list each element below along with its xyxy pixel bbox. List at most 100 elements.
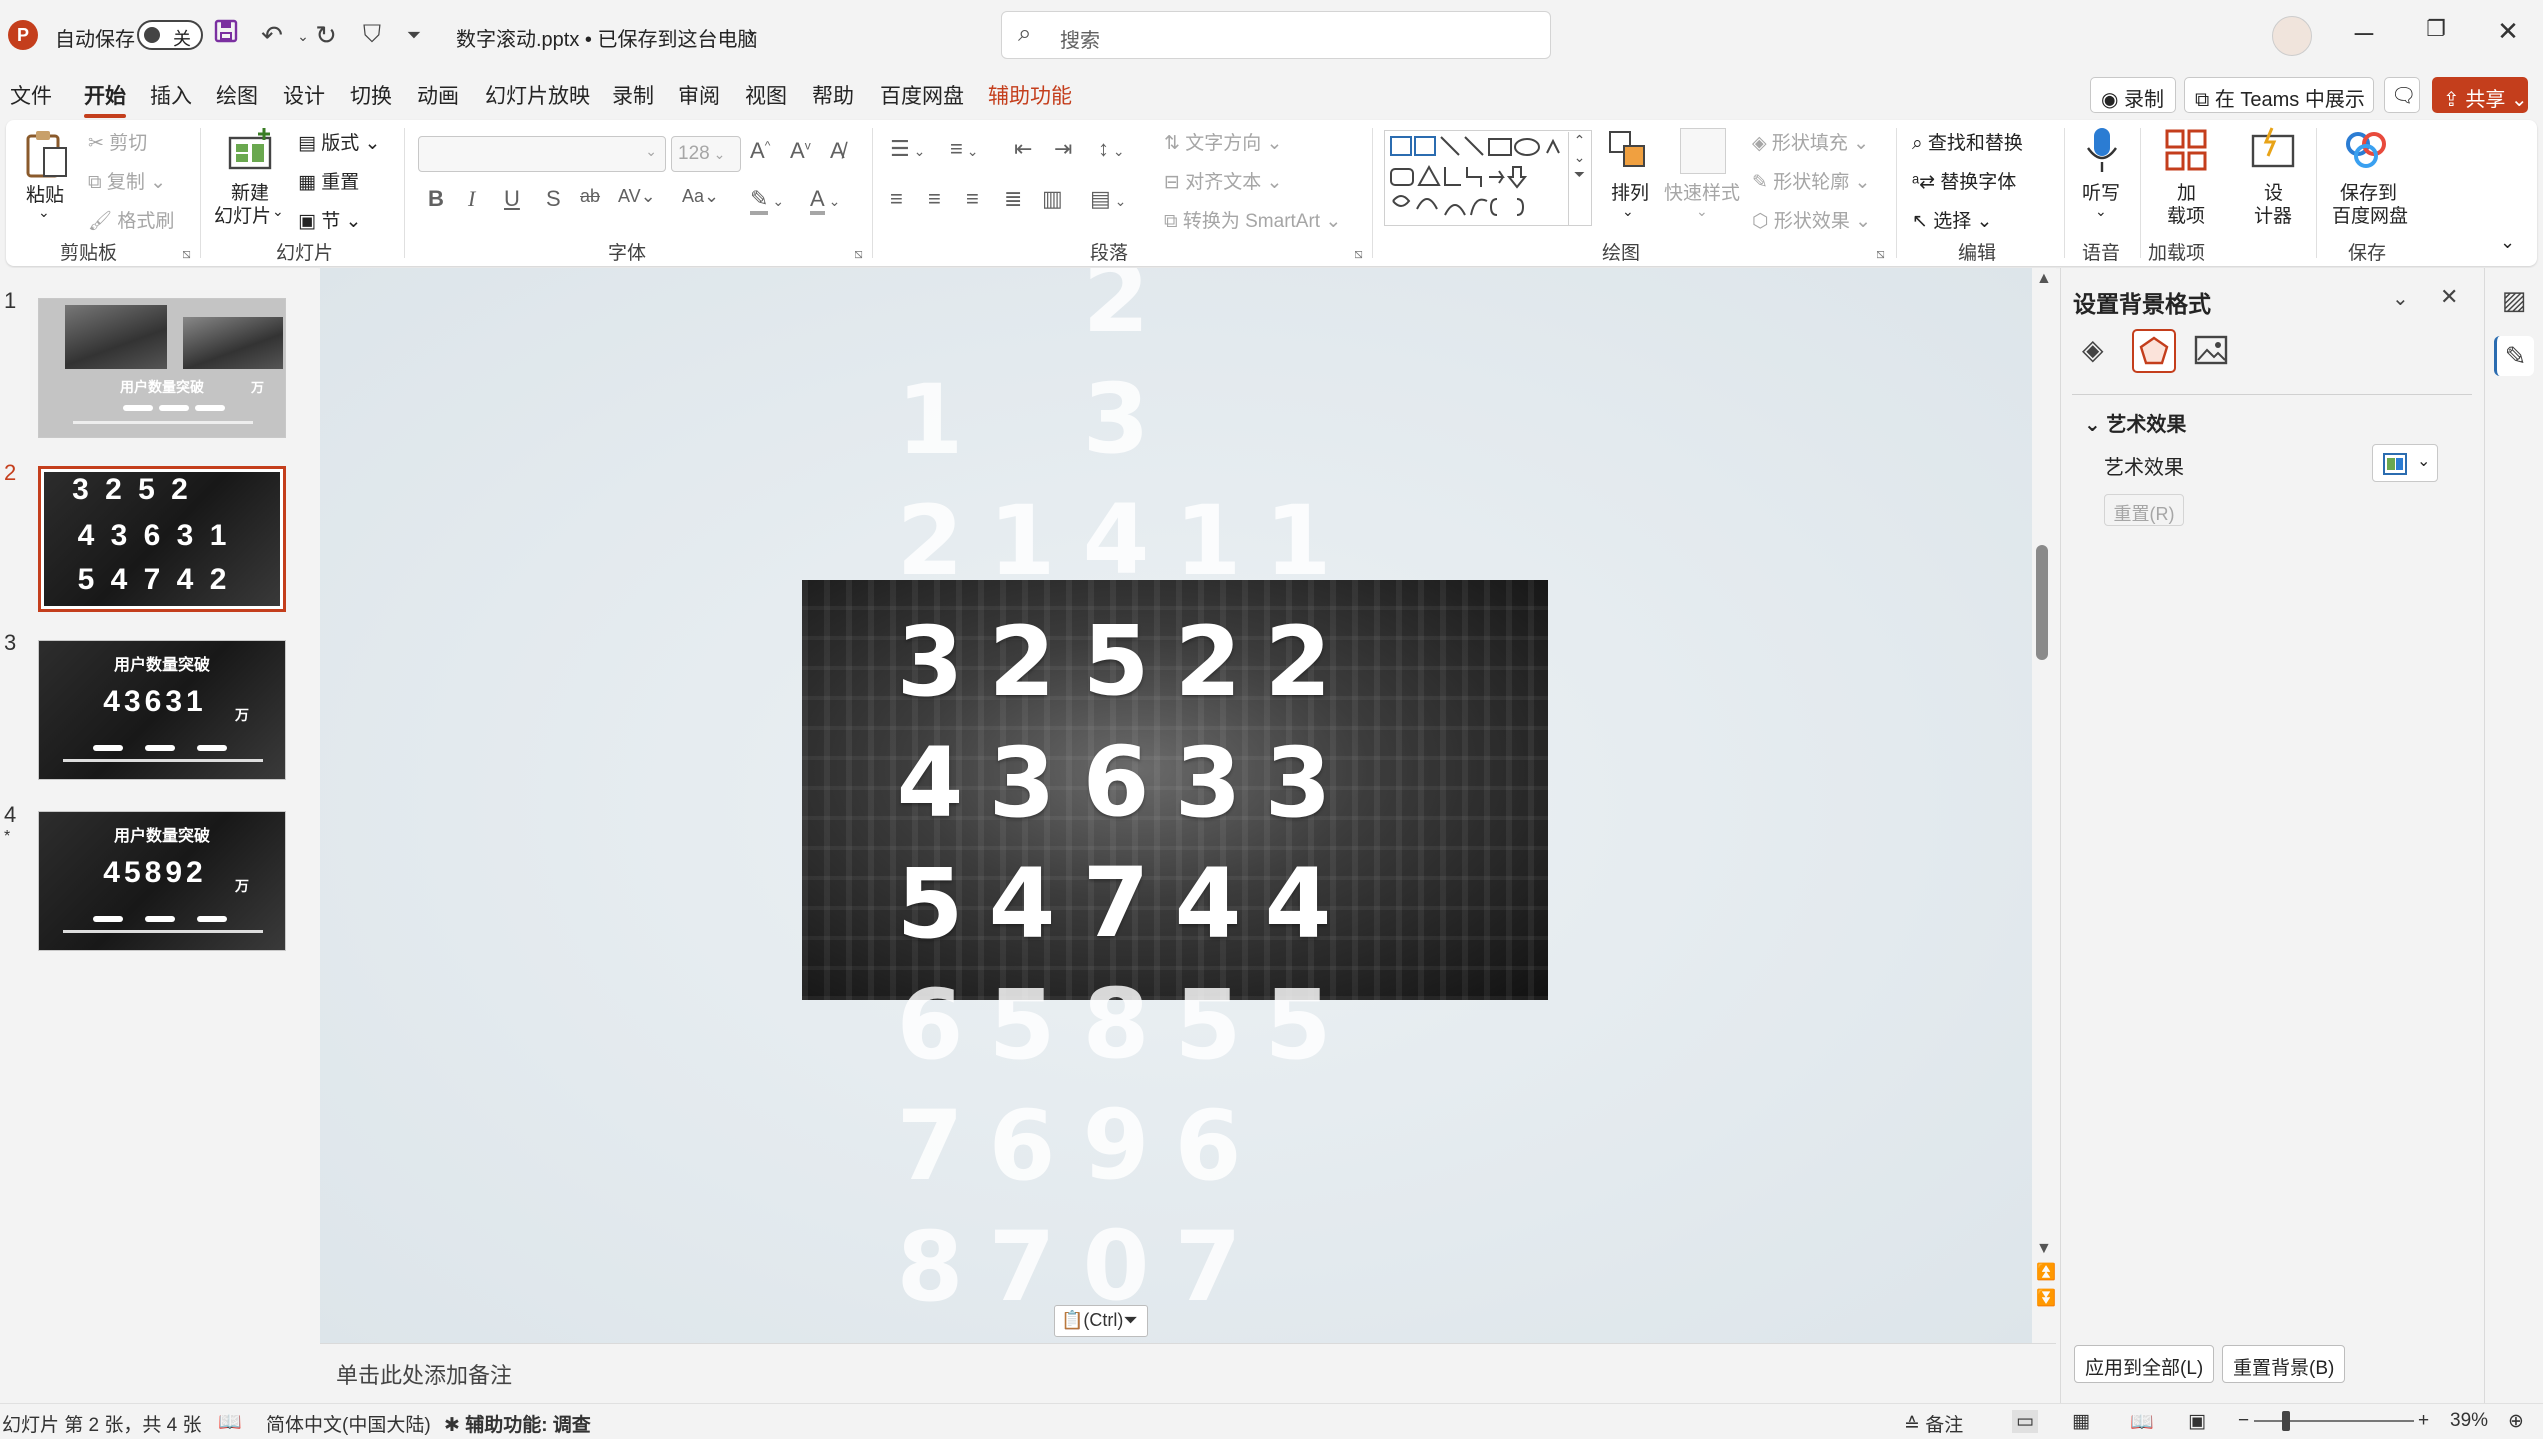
reset-slide-button[interactable]: ▦ 重置 <box>298 167 359 194</box>
distributed-icon[interactable]: ▥ <box>1042 186 1063 212</box>
bullets-icon[interactable]: ☰ ⌄ <box>890 136 925 162</box>
panel-close-icon[interactable]: ✕ <box>2440 284 2458 310</box>
undo-icon[interactable]: ↶ <box>252 15 292 55</box>
strikethrough-icon[interactable]: ab <box>580 186 600 207</box>
arrange-dropdown-icon[interactable]: ⌄ <box>1622 203 1634 220</box>
paste-dropdown-icon[interactable]: ⌄ <box>38 204 50 221</box>
character-spacing-icon[interactable]: AV⌄ <box>618 186 656 207</box>
slide-sorter-icon[interactable]: ▦ <box>2072 1410 2090 1433</box>
accessibility-status[interactable]: ✱ 辅助功能: 调查 <box>444 1410 591 1437</box>
cut-button[interactable]: ✂ 剪切 <box>88 128 147 155</box>
tab-transitions[interactable]: 切换 <box>350 80 392 110</box>
tab-slideshow[interactable]: 幻灯片放映 <box>485 80 590 110</box>
restore-icon[interactable]: ❐ <box>2406 16 2466 42</box>
next-slide-icon[interactable]: ⏬ <box>2036 1288 2056 1308</box>
addins-label-2[interactable]: 载项 <box>2167 201 2205 228</box>
tab-accessibility[interactable]: 辅助功能 <box>988 80 1072 110</box>
document-title[interactable]: 数字滚动.pptx • 已保存到这台电脑 <box>456 23 757 52</box>
minimize-icon[interactable]: ─ <box>2334 18 2394 49</box>
search-box[interactable]: ⌕ 搜索 <box>1001 11 1551 59</box>
font-launcher-icon[interactable]: ⧅ <box>854 245 863 262</box>
previous-slide-icon[interactable]: ⏫ <box>2036 1262 2056 1282</box>
smartart-button[interactable]: ⧉ 转换为 SmartArt ⌄ <box>1164 206 1341 233</box>
save-baidu-label-2[interactable]: 百度网盘 <box>2332 201 2408 228</box>
format-painter-button[interactable]: 🖌 格式刷 <box>88 206 174 233</box>
tab-design[interactable]: 设计 <box>283 80 325 110</box>
highlight-color-icon[interactable]: ✎ ⌄ <box>750 186 784 215</box>
paste-label[interactable]: 粘贴 <box>26 180 64 207</box>
align-text-button[interactable]: ⊟ 对齐文本 ⌄ <box>1164 167 1282 194</box>
apply-to-all-button[interactable]: 应用到全部(L) <box>2074 1345 2215 1383</box>
paragraph-launcher-icon[interactable]: ⧅ <box>1354 245 1363 262</box>
align-right-icon[interactable]: ≡ <box>966 186 979 212</box>
quick-styles-dropdown-icon[interactable]: ⌄ <box>1696 203 1708 220</box>
tab-animations[interactable]: 动画 <box>417 80 459 110</box>
tab-insert[interactable]: 插入 <box>150 80 192 110</box>
numbering-icon[interactable]: ≡ ⌄ <box>950 136 978 162</box>
find-replace-button[interactable]: ⌕ 查找和替换 <box>1912 128 2023 155</box>
shape-fill-button[interactable]: ◈ 形状填充 ⌄ <box>1752 128 1869 155</box>
panel-options-icon[interactable]: ⌄ <box>2392 286 2409 311</box>
new-slide-label-2[interactable]: 幻灯片 <box>214 201 271 228</box>
new-slide-icon[interactable] <box>224 126 276 183</box>
slide-background-image[interactable] <box>802 580 1548 1000</box>
collapse-ribbon-icon[interactable]: ⌄ <box>2500 232 2515 253</box>
zoom-slider[interactable] <box>2254 1420 2414 1422</box>
columns-icon[interactable]: ▤ ⌄ <box>1090 186 1126 212</box>
redo-icon[interactable]: ↻ <box>306 15 346 55</box>
shape-effects-button[interactable]: ⬡ 形状效果 ⌄ <box>1752 206 1871 233</box>
paste-icon[interactable] <box>22 128 70 187</box>
artistic-effects-dropdown[interactable]: ⌄ <box>2372 444 2438 482</box>
picture-tab-icon[interactable] <box>2194 334 2228 371</box>
copy-button[interactable]: ⧉ 复制 ⌄ <box>88 167 166 194</box>
increase-font-icon[interactable]: A^ <box>750 138 770 164</box>
font-name-box[interactable]: ⌄ <box>418 136 666 172</box>
section-button[interactable]: ▣ 节 ⌄ <box>298 206 361 233</box>
slide-thumbnail-3[interactable]: 用户数量突破 43631 万 <box>38 640 286 780</box>
zoom-out-icon[interactable]: − <box>2238 1410 2249 1432</box>
customize-toolbar-icon[interactable]: ⏷ <box>396 15 432 55</box>
record-button[interactable]: ◉ 录制 <box>2090 77 2176 113</box>
change-case-icon[interactable]: Aa⌄ <box>682 186 719 207</box>
autosave-toggle[interactable]: 关 <box>137 20 203 50</box>
underline-icon[interactable]: U <box>504 186 520 212</box>
arrange-label[interactable]: 排列 <box>1611 178 1649 205</box>
replace-font-button[interactable]: ᵃ⇄ 替换字体 <box>1912 167 2016 194</box>
line-spacing-icon[interactable]: ↕ ⌄ <box>1098 136 1125 162</box>
shadow-icon[interactable]: S <box>546 186 561 212</box>
format-background-pane-icon[interactable]: ✎ <box>2494 336 2534 376</box>
tab-draw[interactable]: 绘图 <box>216 80 258 110</box>
decrease-indent-icon[interactable]: ⇤ <box>1014 136 1032 162</box>
scrollbar-thumb[interactable] <box>2036 545 2048 660</box>
tab-home[interactable]: 开始 <box>84 80 126 118</box>
quick-styles-label[interactable]: 快速样式 <box>1664 178 1740 205</box>
comments-button[interactable]: 🗨 <box>2384 77 2420 113</box>
text-direction-button[interactable]: ⇅ 文字方向 ⌄ <box>1164 128 1282 155</box>
canvas-vertical-scrollbar[interactable] <box>2032 268 2056 1343</box>
quick-styles-icon[interactable] <box>1680 128 1726 174</box>
dictate-label[interactable]: 听写 <box>2082 178 2120 205</box>
account-avatar[interactable] <box>2272 16 2312 56</box>
decrease-font-icon[interactable]: Av <box>790 138 811 164</box>
arrange-icon[interactable] <box>1606 128 1650 177</box>
clear-formatting-icon[interactable]: A̸ <box>830 138 845 164</box>
slide-thumbnail-4[interactable]: 用户数量突破 45892 万 <box>38 811 286 951</box>
notes-pane[interactable]: 单击此处添加备注 <box>320 1343 2056 1403</box>
shapes-gallery[interactable] <box>1384 130 1592 226</box>
shapes-gallery-scroll[interactable]: ⌃ ⌄ ⏷ <box>1568 132 1590 226</box>
font-dropdown-icon[interactable]: ⌄ <box>645 143 657 160</box>
zoom-level[interactable]: 39% <box>2450 1410 2488 1432</box>
microphone-icon[interactable] <box>2084 126 2120 181</box>
close-icon[interactable]: ✕ <box>2478 16 2538 47</box>
justify-icon[interactable]: ≣ <box>1004 186 1022 212</box>
reset-background-button[interactable]: 重置背景(B) <box>2222 1345 2346 1383</box>
italic-icon[interactable]: I <box>468 186 475 212</box>
scroll-up-icon[interactable]: ▲ <box>2036 270 2052 288</box>
share-button[interactable]: ⇪ 共享 ⌄ <box>2432 77 2528 113</box>
increase-indent-icon[interactable]: ⇥ <box>1054 136 1072 162</box>
clipboard-launcher-icon[interactable]: ⧅ <box>182 245 191 262</box>
reading-view-icon[interactable]: 📖 <box>2130 1410 2154 1434</box>
layout-button[interactable]: ▤ 版式 ⌄ <box>298 128 380 155</box>
slideshow-view-icon[interactable]: ▣ <box>2188 1410 2206 1433</box>
effects-tab-icon[interactable] <box>2132 329 2176 373</box>
